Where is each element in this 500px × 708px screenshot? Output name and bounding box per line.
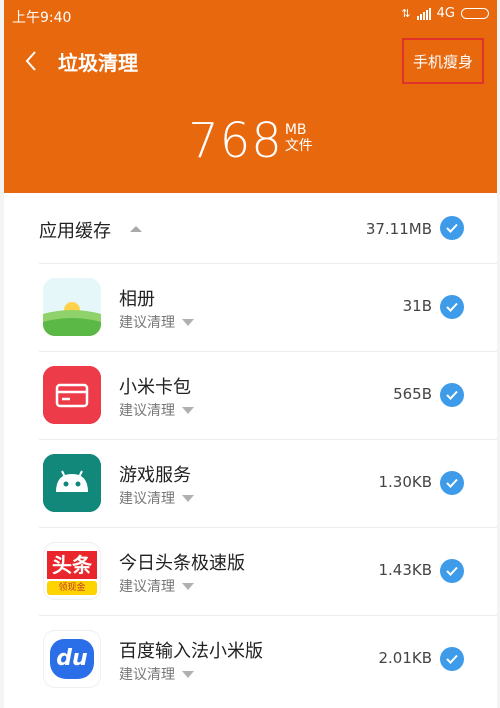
caret-down-icon (182, 670, 194, 678)
app-name: 相册 (119, 289, 155, 310)
check-icon[interactable] (440, 471, 464, 495)
app-name: 今日头条极速版 (119, 553, 245, 574)
back-button[interactable] (16, 46, 46, 76)
battery-icon (461, 8, 489, 19)
app-cache-section[interactable]: 应用缓存 37.11MB (4, 206, 497, 250)
app-suggestion-label: 建议清理 (119, 667, 175, 683)
list-item[interactable]: 相册 建议清理 31B (39, 263, 497, 352)
card-wallet-icon (43, 366, 101, 424)
junk-size-meta: MB 文件 (285, 116, 313, 154)
check-icon[interactable] (440, 647, 464, 671)
status-time: 上午9:40 (12, 10, 72, 26)
list-item[interactable]: du 百度输入法小米版 建议清理 2.01KB (39, 615, 497, 704)
network-type: 4G (436, 6, 455, 21)
section-size: 37.11MB (365, 220, 432, 238)
list-item[interactable]: 游戏服务 建议清理 1.30KB (39, 439, 497, 528)
page-title: 垃圾清理 (58, 51, 138, 75)
app-size: 31B (402, 297, 432, 315)
caret-down-icon (182, 406, 194, 414)
app-suggestion-label: 建议清理 (119, 315, 175, 331)
app-suggestion[interactable]: 建议清理 (119, 312, 194, 332)
list-item[interactable]: 头条 领现金 今日头条极速版 建议清理 1.43KB (39, 527, 497, 616)
app-suggestion-label: 建议清理 (119, 579, 175, 595)
app-suggestion-label: 建议清理 (119, 491, 175, 507)
junk-size-unit: MB (284, 122, 307, 138)
android-icon (43, 454, 101, 512)
check-icon[interactable] (440, 559, 464, 583)
app-suggestion-label: 建议清理 (119, 403, 175, 419)
app-suggestion[interactable]: 建议清理 (119, 400, 194, 420)
caret-down-icon (182, 494, 194, 502)
junk-size-caption: 文件 (284, 138, 313, 154)
check-icon[interactable] (440, 295, 464, 319)
caret-down-icon (182, 582, 194, 590)
section-label: 应用缓存 (39, 221, 111, 242)
check-icon[interactable] (440, 216, 464, 240)
caret-up-icon[interactable] (130, 226, 142, 232)
header: 垃圾清理 手机瘦身 768 MB 文件 (4, 30, 497, 193)
status-indicators: ⇅ 4G (401, 6, 489, 21)
check-icon[interactable] (440, 383, 464, 407)
app-size: 565B (393, 385, 432, 403)
phone-slim-button[interactable]: 手机瘦身 (402, 38, 484, 84)
data-transfer-icon: ⇅ (401, 7, 411, 20)
baidu-input-icon: du (43, 630, 101, 688)
app-suggestion[interactable]: 建议清理 (119, 664, 194, 684)
chevron-left-icon (25, 51, 36, 71)
app-suggestion[interactable]: 建议清理 (119, 576, 194, 596)
app-size: 2.01KB (378, 649, 432, 667)
app-suggestion[interactable]: 建议清理 (119, 488, 194, 508)
app-name: 游戏服务 (119, 465, 191, 486)
app-size: 1.43KB (378, 561, 432, 579)
app-size: 1.30KB (378, 473, 432, 491)
toutiao-logo-text: 头条 (47, 551, 97, 579)
app-name: 小米卡包 (119, 377, 191, 398)
status-bar: 上午9:40 ⇅ 4G (4, 0, 497, 30)
junk-size-value: 768 (188, 113, 283, 169)
app-name: 百度输入法小米版 (119, 641, 263, 662)
toutiao-badge: 领现金 (47, 581, 97, 595)
caret-down-icon (182, 318, 194, 326)
baidu-logo-text: du (56, 646, 88, 671)
gallery-icon (43, 278, 101, 336)
list-item[interactable]: 小米卡包 建议清理 565B (39, 351, 497, 440)
junk-size-display: 768 MB 文件 (4, 116, 497, 166)
toutiao-icon: 头条 领现金 (43, 542, 101, 600)
signal-icon (416, 7, 431, 20)
junk-list: 应用缓存 37.11MB 相册 建议清理 31B 小米卡包 建议清理 565B … (4, 193, 497, 708)
